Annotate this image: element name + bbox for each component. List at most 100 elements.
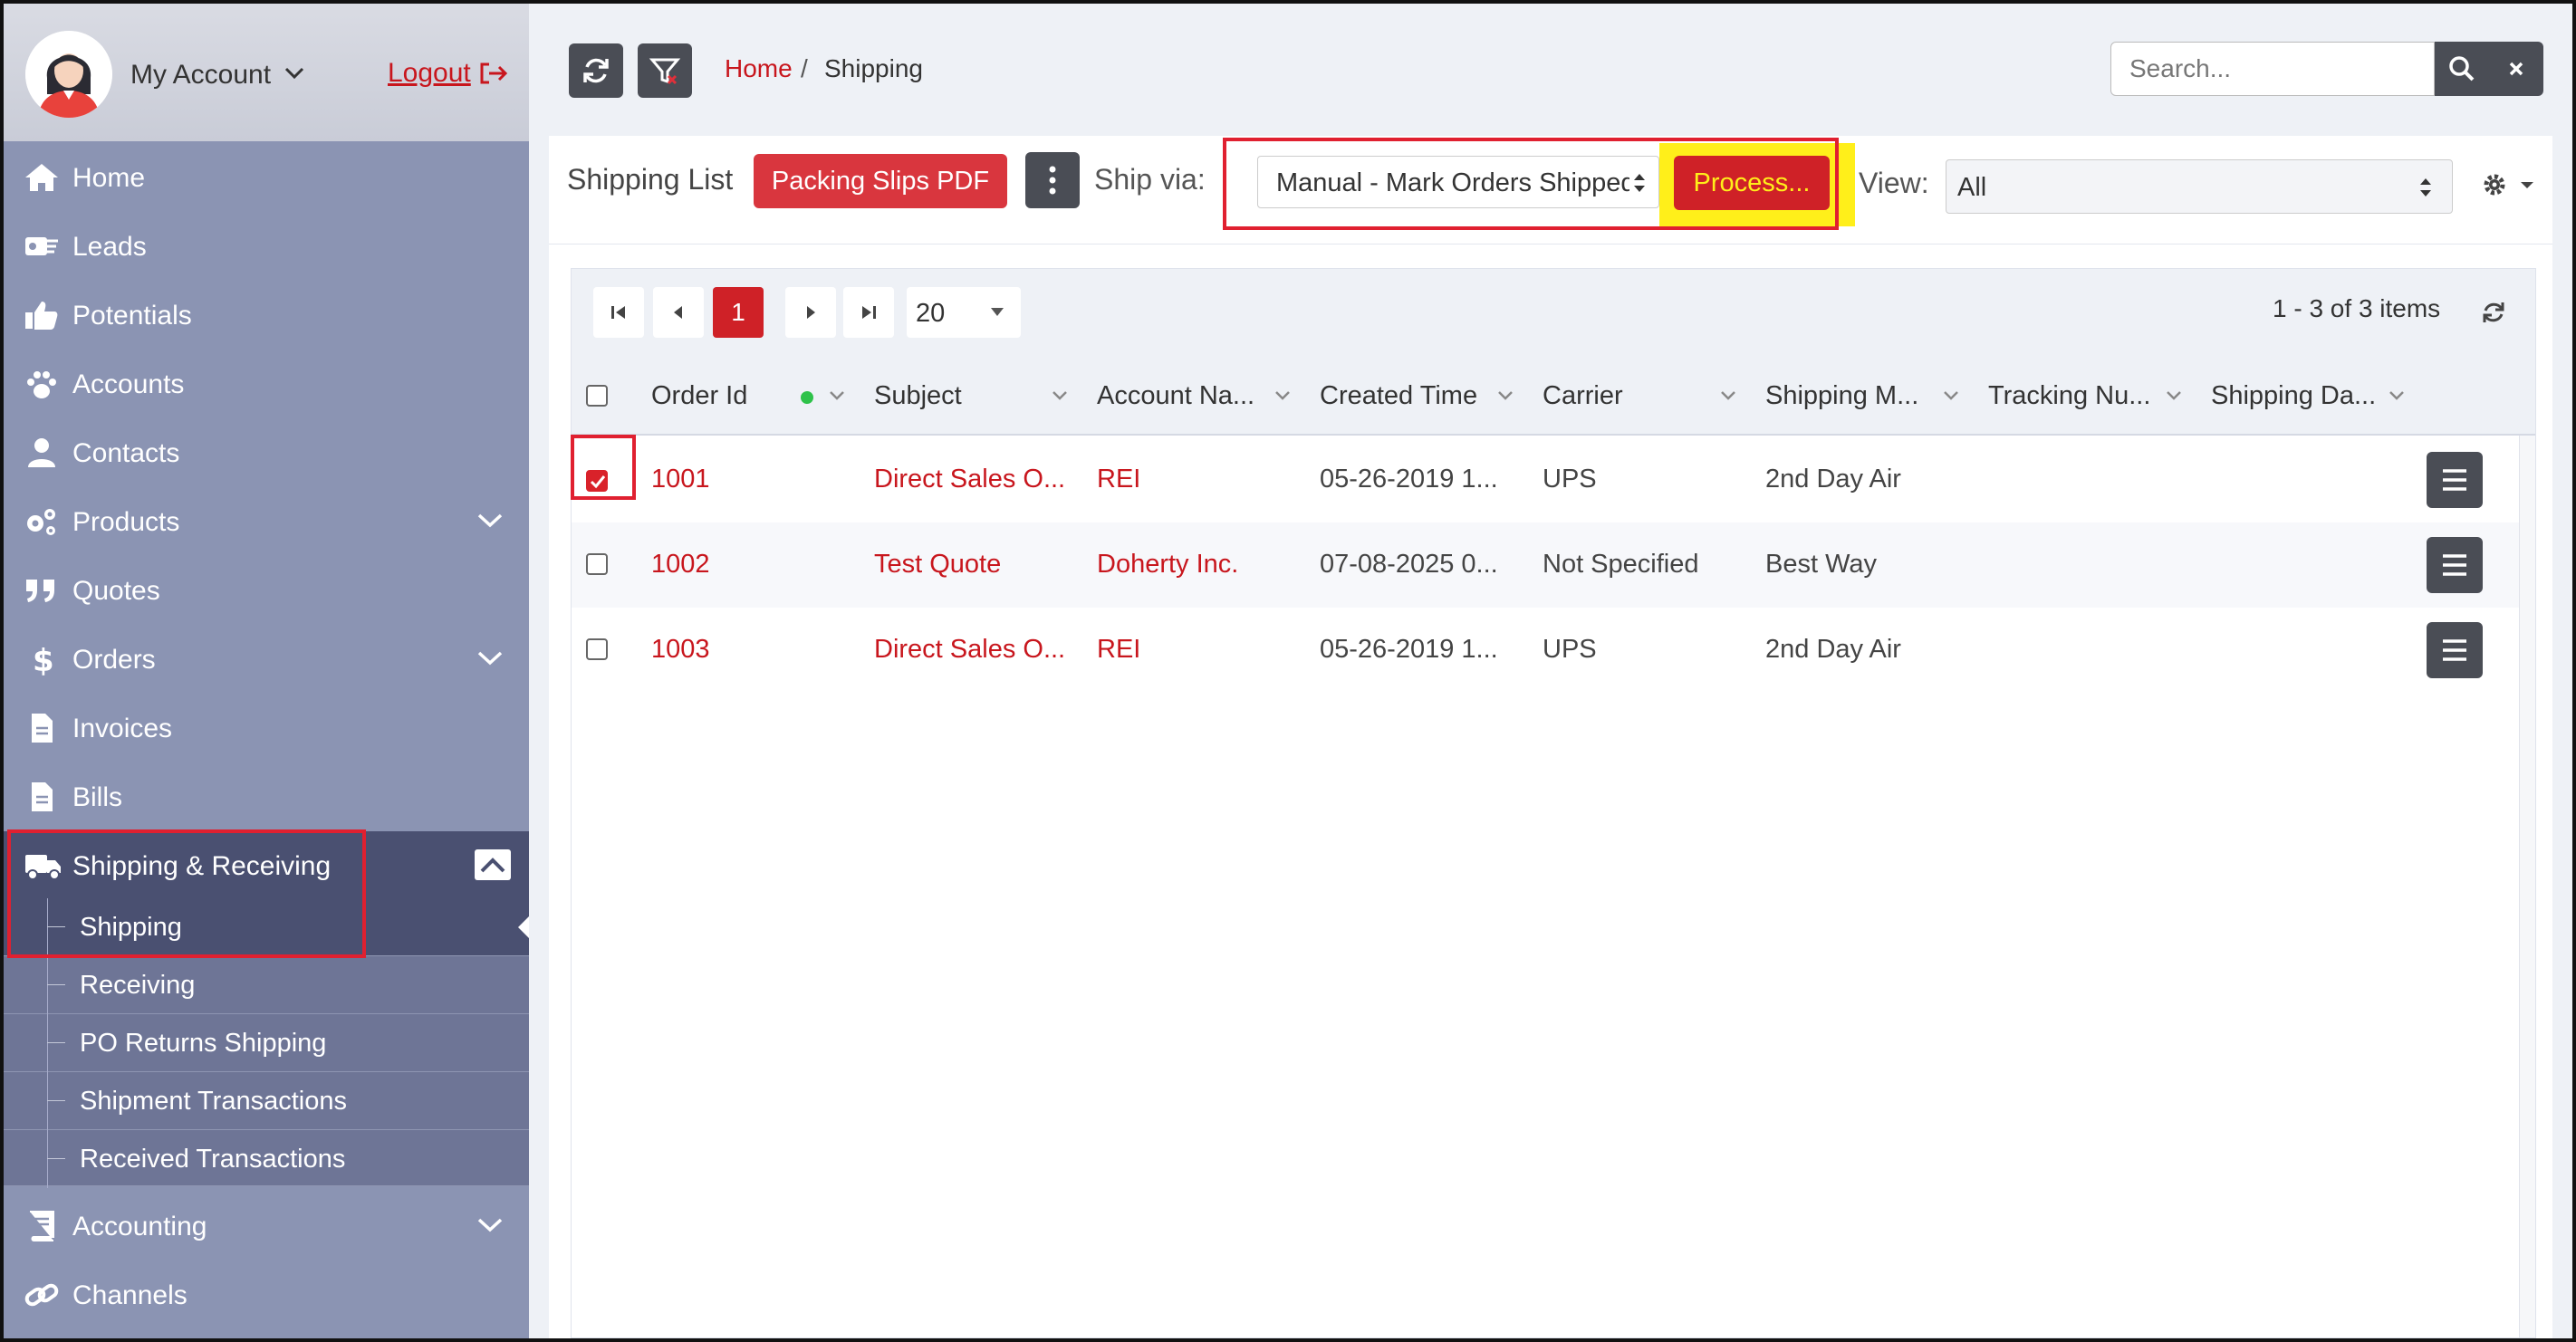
chevron-down-icon[interactable] bbox=[476, 650, 504, 666]
search-icon bbox=[2449, 56, 2475, 81]
tree-tick bbox=[47, 1042, 65, 1043]
select-all-checkbox[interactable] bbox=[586, 385, 608, 407]
logout-link[interactable]: Logout bbox=[388, 58, 471, 89]
table-header: Order Id Subject Account Na... Created T… bbox=[572, 358, 2535, 436]
account-link[interactable]: Doherty Inc. bbox=[1097, 550, 1238, 580]
column-header-carrier[interactable]: Carrier bbox=[1543, 381, 1623, 411]
chevron-down-icon[interactable] bbox=[1274, 390, 1291, 401]
view-select[interactable]: All bbox=[1946, 159, 2453, 214]
first-page-button[interactable] bbox=[593, 287, 644, 338]
sidebar-item-quotes[interactable]: Quotes bbox=[4, 556, 529, 625]
row-menu-button[interactable] bbox=[2427, 537, 2483, 593]
page-size-select[interactable]: 20 bbox=[907, 287, 1021, 338]
subject-link[interactable]: Direct Sales O... bbox=[874, 465, 1065, 494]
clear-search-button[interactable] bbox=[2489, 42, 2543, 96]
ship-via-label: Ship via: bbox=[1094, 163, 1206, 196]
sidebar-item-contacts[interactable]: Contacts bbox=[4, 418, 529, 487]
next-page-button[interactable] bbox=[785, 287, 836, 338]
created-time-cell: 05-26-2019 1... bbox=[1320, 635, 1498, 664]
avatar[interactable] bbox=[25, 31, 112, 118]
column-header-shipping-date[interactable]: Shipping Da... bbox=[2211, 381, 2376, 411]
search-input[interactable] bbox=[2110, 42, 2435, 96]
sidebar-item-bills[interactable]: Bills bbox=[4, 762, 529, 831]
sidebar-subitem-label: Received Transactions bbox=[80, 1145, 346, 1174]
breadcrumb-home[interactable]: Home bbox=[725, 54, 793, 83]
sidebar-item-label: Home bbox=[72, 163, 146, 193]
chevron-down-icon[interactable] bbox=[1720, 390, 1736, 401]
chevron-down-icon[interactable] bbox=[829, 390, 845, 401]
prev-page-button[interactable] bbox=[653, 287, 704, 338]
sidebar-subitem-receiving[interactable]: Receiving bbox=[4, 956, 529, 1014]
my-account-label[interactable]: My Account bbox=[130, 60, 271, 91]
table-row[interactable]: 1002 Test Quote Doherty Inc. 07-08-2025 … bbox=[572, 522, 2519, 608]
annotation-highlight-box bbox=[571, 435, 636, 500]
account-link[interactable]: REI bbox=[1097, 465, 1140, 494]
clear-filter-button[interactable] bbox=[638, 43, 692, 98]
settings-dropdown[interactable] bbox=[2478, 167, 2542, 203]
subject-link[interactable]: Test Quote bbox=[874, 550, 1001, 580]
sidebar-subitem-shipment-transactions[interactable]: Shipment Transactions bbox=[4, 1072, 529, 1130]
row-checkbox[interactable] bbox=[586, 638, 608, 660]
chevron-down-icon[interactable] bbox=[476, 513, 504, 529]
packing-slips-pdf-button[interactable]: Packing Slips PDF bbox=[754, 154, 1007, 208]
chevron-down-icon[interactable] bbox=[476, 1217, 504, 1233]
column-header-subject[interactable]: Subject bbox=[874, 381, 962, 411]
quote-icon bbox=[26, 580, 54, 602]
chevron-down-icon[interactable] bbox=[1497, 390, 1514, 401]
logout-icon[interactable] bbox=[478, 62, 509, 85]
column-header-created-time[interactable]: Created Time bbox=[1320, 381, 1477, 411]
chevron-down-icon[interactable] bbox=[2166, 390, 2182, 401]
annotation-highlight-box bbox=[7, 829, 366, 958]
order-id-link[interactable]: 1003 bbox=[651, 635, 710, 665]
column-header-tracking-number[interactable]: Tracking Nu... bbox=[1988, 381, 2150, 411]
subject-link[interactable]: Direct Sales O... bbox=[874, 635, 1065, 665]
refresh-icon[interactable] bbox=[2479, 298, 2508, 327]
last-page-button[interactable] bbox=[843, 287, 894, 338]
order-id-link[interactable]: 1002 bbox=[651, 550, 710, 580]
chevron-down-icon[interactable] bbox=[1943, 390, 1959, 401]
sidebar-subitem-label: Receiving bbox=[80, 971, 196, 1000]
vertical-scrollbar[interactable] bbox=[2519, 436, 2535, 1337]
kebab-icon bbox=[1049, 166, 1056, 195]
filter-icon bbox=[649, 58, 681, 85]
column-header-order-id[interactable]: Order Id bbox=[651, 381, 747, 411]
sidebar-item-home[interactable]: Home bbox=[4, 143, 529, 212]
more-actions-button[interactable] bbox=[1025, 152, 1080, 208]
chevron-down-icon[interactable] bbox=[2389, 390, 2405, 401]
row-menu-button[interactable] bbox=[2427, 452, 2483, 508]
sidebar-item-label: Invoices bbox=[72, 714, 173, 743]
refresh-button[interactable] bbox=[569, 43, 623, 98]
sidebar-subitem-received-transactions[interactable]: Received Transactions bbox=[4, 1130, 529, 1188]
current-page-button[interactable]: 1 bbox=[713, 287, 764, 338]
column-header-shipping-method[interactable]: Shipping M... bbox=[1765, 381, 1918, 411]
chevron-down-icon[interactable] bbox=[1052, 390, 1068, 401]
sidebar-item-label: Products bbox=[72, 507, 180, 537]
order-id-link[interactable]: 1001 bbox=[651, 465, 710, 494]
created-time-cell: 07-08-2025 0... bbox=[1320, 550, 1498, 579]
collapse-toggle[interactable] bbox=[475, 849, 511, 880]
sidebar-subitem-label: PO Returns Shipping bbox=[80, 1029, 327, 1058]
paw-icon bbox=[27, 371, 56, 398]
column-header-account-name[interactable]: Account Na... bbox=[1097, 381, 1254, 411]
sidebar-item-products[interactable]: Products bbox=[4, 487, 529, 556]
pager-info: 1 - 3 of 3 items bbox=[2273, 294, 2441, 322]
sidebar-item-potentials[interactable]: Potentials bbox=[4, 281, 529, 350]
next-page-icon bbox=[807, 306, 815, 319]
sidebar-item-channels[interactable]: Channels bbox=[4, 1261, 529, 1329]
chevron-down-icon[interactable] bbox=[284, 67, 304, 80]
sidebar-item-invoices[interactable]: Invoices bbox=[4, 694, 529, 762]
table-row[interactable]: 1001 Direct Sales O... REI 05-26-2019 1.… bbox=[572, 437, 2519, 522]
sidebar-item-label: Leads bbox=[72, 232, 147, 262]
sidebar-subitem-po-returns[interactable]: PO Returns Shipping bbox=[4, 1014, 529, 1072]
account-link[interactable]: REI bbox=[1097, 635, 1140, 665]
sidebar-item-accounting[interactable]: Accounting bbox=[4, 1192, 529, 1261]
shipping-method-cell: Best Way bbox=[1765, 550, 1878, 579]
row-menu-button[interactable] bbox=[2427, 622, 2483, 678]
sidebar-item-accounts[interactable]: Accounts bbox=[4, 350, 529, 418]
search-button[interactable] bbox=[2435, 42, 2489, 96]
table-row[interactable]: 1003 Direct Sales O... REI 05-26-2019 1.… bbox=[572, 608, 2519, 693]
sidebar-item-leads[interactable]: Leads bbox=[4, 212, 529, 281]
book-icon bbox=[30, 1211, 54, 1241]
row-checkbox[interactable] bbox=[586, 553, 608, 575]
sidebar-item-orders[interactable]: $ Orders bbox=[4, 625, 529, 694]
